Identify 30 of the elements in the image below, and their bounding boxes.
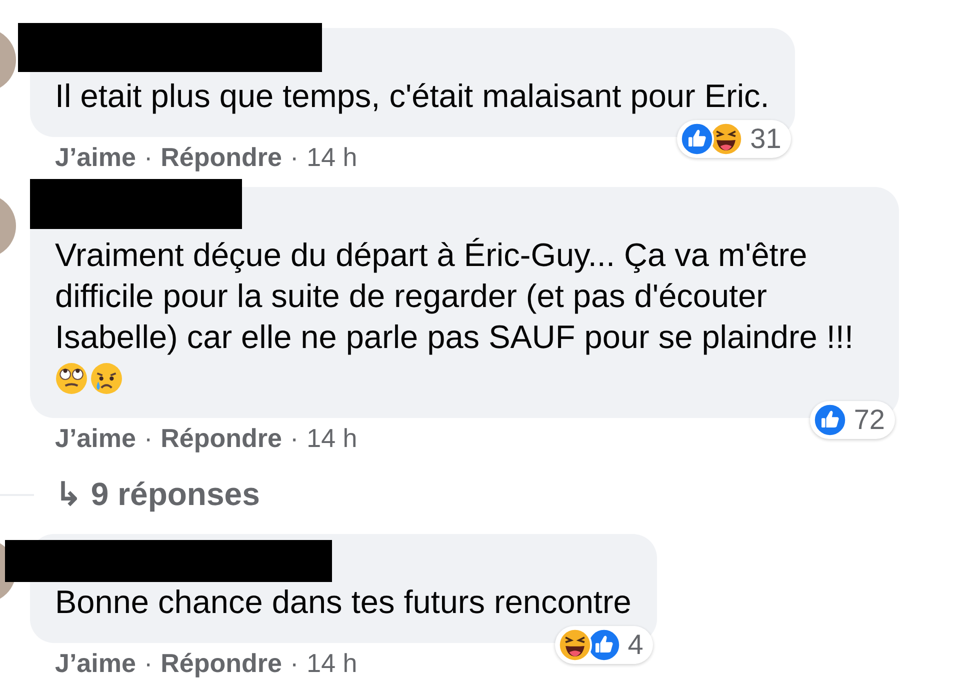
like-link[interactable]: J’aime	[55, 422, 136, 454]
timestamp[interactable]: 14 h	[306, 648, 358, 678]
laughing-reaction-icon	[558, 628, 592, 662]
reaction-count: 31	[750, 123, 782, 155]
reply-link[interactable]: Répondre	[160, 648, 282, 678]
comment-text: Bonne chance dans tes futurs rencontre	[55, 583, 632, 622]
separator-dot: ·	[144, 648, 153, 678]
view-replies-link[interactable]: ↳ 9 réponses	[30, 475, 260, 513]
like-reaction-icon	[680, 122, 714, 156]
reaction-summary[interactable]: 4	[554, 626, 654, 664]
reply-link[interactable]: Répondre	[160, 142, 282, 172]
comment-text: Vraiment déçue du départ à Éric-Guy... Ça va m'être difficile pour la suite de regarder (et pas d'écouter Isabelle) car elle ne parle pas SAUF pour se plaindre !!!	[55, 236, 854, 357]
like-link[interactable]: J’aime	[55, 142, 136, 172]
reaction-count: 4	[628, 629, 644, 661]
eye-roll-emoji-icon	[55, 362, 88, 394]
reaction-summary[interactable]: 72	[810, 401, 895, 439]
separator-dot: ·	[144, 142, 153, 172]
like-link[interactable]: J’aime	[55, 648, 136, 678]
reaction-summary[interactable]: 31	[677, 120, 792, 158]
timestamp[interactable]: 14 h	[306, 422, 358, 454]
reaction-count: 72	[854, 404, 885, 436]
separator-dot: ·	[290, 648, 299, 678]
reply-link[interactable]: Répondre	[160, 422, 282, 454]
separator-dot: ·	[290, 422, 299, 454]
separator-dot: ·	[290, 142, 299, 172]
like-reaction-icon	[812, 403, 847, 437]
comment-text: Il etait plus que temps, c'était malaisant pour Eric.	[55, 77, 770, 116]
separator-dot: ·	[144, 422, 153, 454]
timestamp[interactable]: 14 h	[306, 142, 358, 172]
crying-emoji-icon	[90, 362, 123, 394]
